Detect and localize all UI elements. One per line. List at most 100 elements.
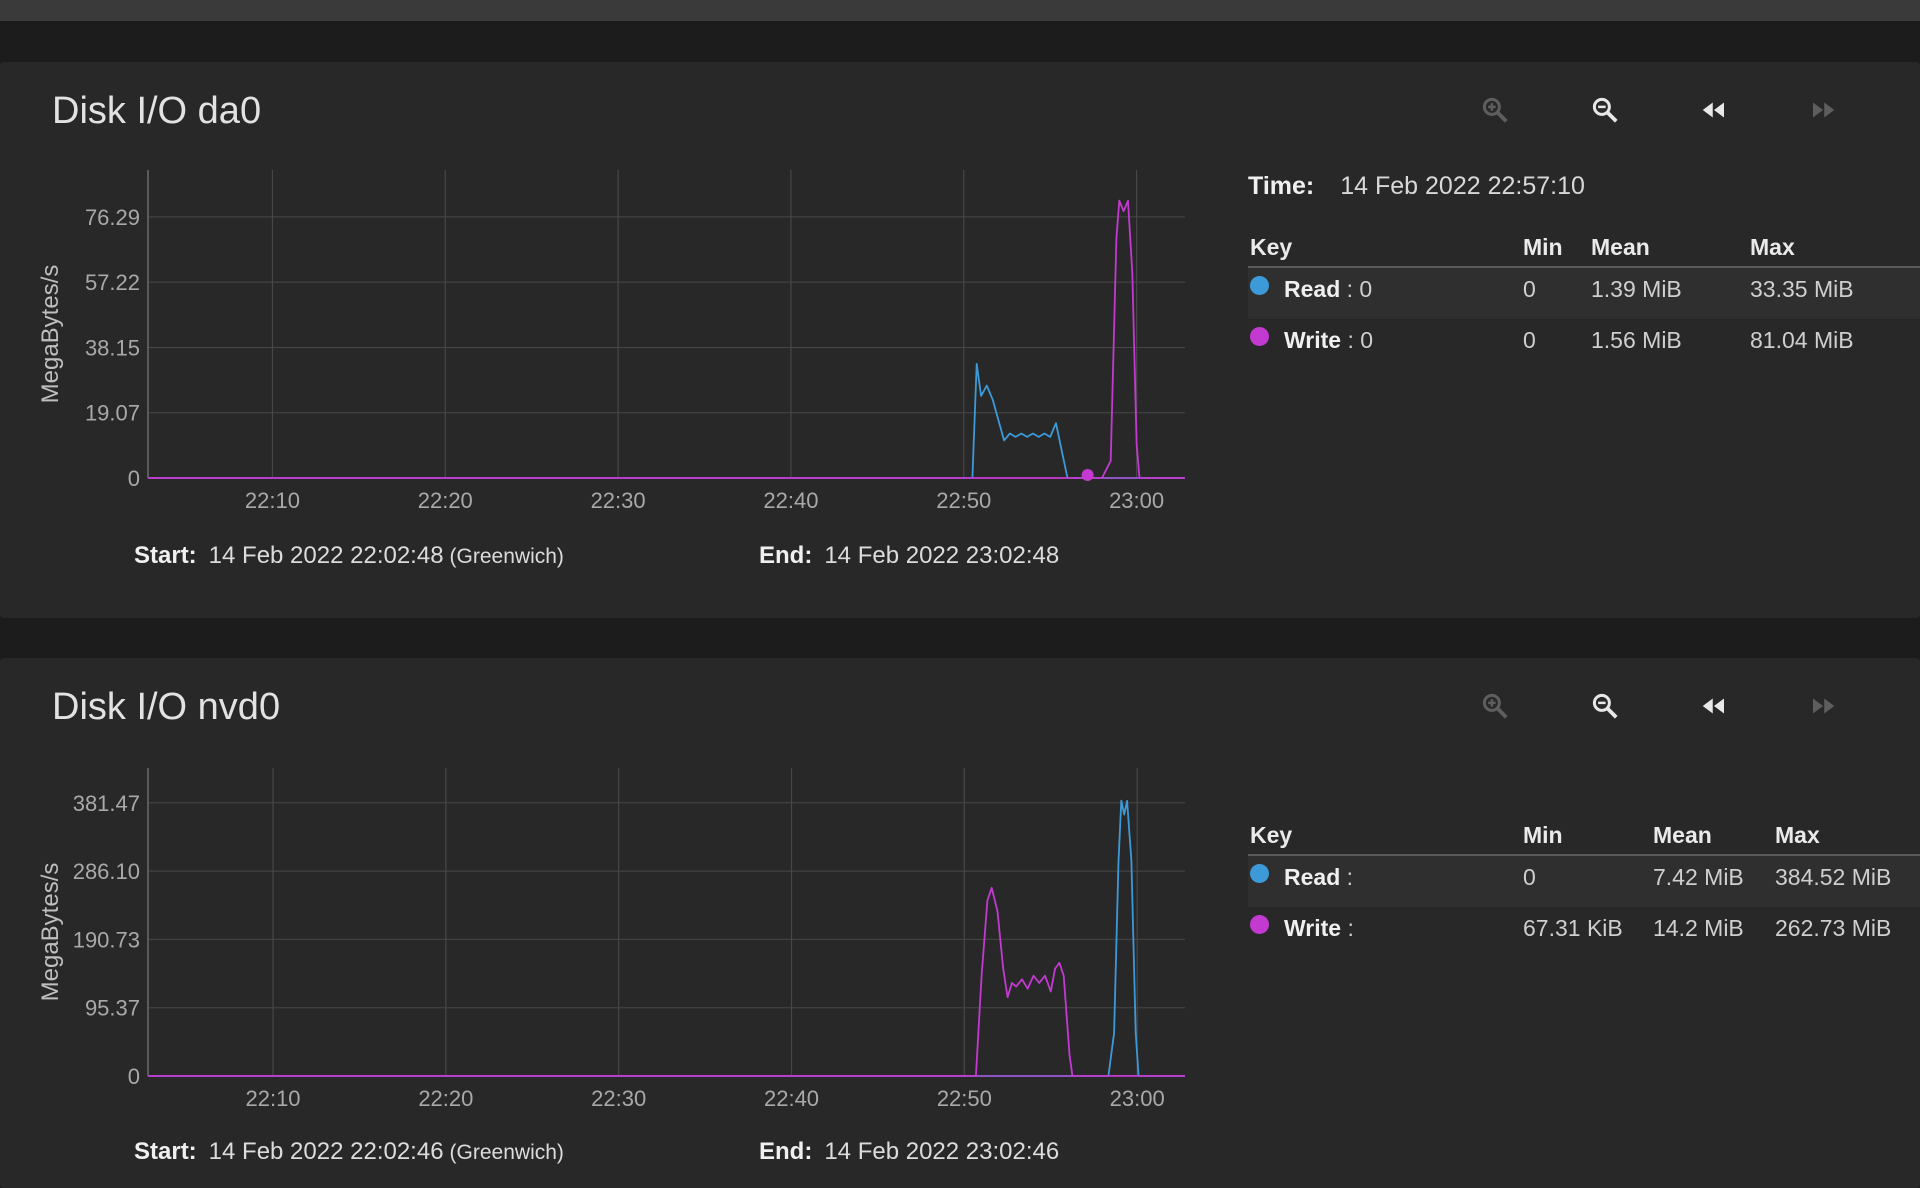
x-tick-label: 22:10	[245, 488, 300, 513]
timezone: (Greenwich)	[449, 1141, 564, 1164]
write-max: 262.73 MiB	[1775, 915, 1892, 941]
zoom-in-icon	[1480, 691, 1510, 726]
series-name: Write : 0	[1284, 327, 1374, 353]
x-tick-label: 23:00	[1109, 488, 1164, 513]
y-tick-label: 190.73	[73, 927, 140, 952]
write-color-dot	[1250, 327, 1269, 346]
start-label: Start:	[134, 1138, 197, 1165]
legend-table: Key Min Mean Max Read : 0 7.42 MiB 384.5…	[1248, 814, 1920, 958]
header-mean: Mean	[1591, 234, 1650, 260]
y-axis-label: MegaBytes/s	[37, 863, 64, 1002]
x-tick-label: 22:20	[418, 488, 473, 513]
range-start: Start: 14 Feb 2022 22:02:48 (Greenwich)	[134, 542, 564, 570]
hover-time: Time: 14 Feb 2022 22:57:10	[1248, 172, 1585, 201]
step-forward-button[interactable]	[1803, 92, 1843, 132]
y-tick-label: 19.07	[85, 401, 140, 426]
start-value: 14 Feb 2022 22:02:48	[208, 542, 444, 569]
legend-table: Key Min Mean Max Read : 0 0 1.39 MiB 33.…	[1248, 226, 1920, 370]
y-tick-label: 286.10	[73, 859, 140, 884]
step-back-button[interactable]	[1694, 92, 1734, 132]
x-tick-label: 22:40	[764, 1086, 819, 1111]
y-tick-label: 95.37	[85, 996, 140, 1021]
x-tick-label: 22:20	[418, 1086, 473, 1111]
zoom-out-button[interactable]	[1585, 92, 1625, 132]
y-tick-label: 0	[128, 1064, 140, 1089]
legend-header: Key Min Mean Max	[1248, 814, 1920, 856]
end-value: 14 Feb 2022 23:02:46	[824, 1138, 1060, 1165]
header-min: Min	[1523, 234, 1563, 260]
time-label: Time:	[1248, 172, 1315, 200]
read-mean: 7.42 MiB	[1653, 864, 1744, 890]
legend-header: Key Min Mean Max	[1248, 226, 1920, 268]
x-tick-label: 22:30	[591, 488, 646, 513]
line-chart[interactable]: 0 95.37 190.73 286.10 381.47 22:10 22:20 22:30 2…	[0, 658, 1220, 1158]
series-name: Write :	[1284, 915, 1354, 941]
series-line-write	[148, 886, 1185, 1077]
zoom-out-icon	[1590, 691, 1620, 726]
x-tick-label: 23:00	[1110, 1086, 1165, 1111]
rewind-icon	[1699, 95, 1729, 130]
end-label: End:	[759, 542, 813, 569]
step-back-button[interactable]	[1694, 688, 1734, 728]
write-color-dot	[1250, 915, 1269, 934]
chart-card-da0: Disk I/O da0 0 19.07 38.15 57.22 76.29 22:10 2…	[0, 62, 1920, 618]
timezone: (Greenwich)	[449, 545, 564, 568]
write-mean: 1.56 MiB	[1591, 327, 1682, 353]
chart-card-nvd0: Disk I/O nvd0 0 95.37 190.73 286.10 381.47 22…	[0, 658, 1920, 1188]
time-value: 14 Feb 2022 22:57:10	[1340, 172, 1585, 200]
read-min: 0	[1523, 276, 1536, 302]
end-label: End:	[759, 1138, 813, 1165]
read-mean: 1.39 MiB	[1591, 276, 1682, 302]
series-line-read	[148, 362, 1185, 479]
range-end: End: 14 Feb 2022 23:02:48	[759, 542, 1059, 570]
x-tick-label: 22:10	[245, 1086, 300, 1111]
legend-row-write[interactable]: Write : 0 0 1.56 MiB 81.04 MiB	[1248, 319, 1920, 370]
rewind-icon	[1699, 691, 1729, 726]
start-value: 14 Feb 2022 22:02:46	[208, 1138, 444, 1165]
series-name: Read : 0	[1284, 276, 1373, 302]
x-tick-label: 22:50	[937, 1086, 992, 1111]
write-min: 67.31 KiB	[1523, 915, 1623, 941]
header-min: Min	[1523, 822, 1563, 848]
legend-row-read[interactable]: Read : 0 0 1.39 MiB 33.35 MiB	[1248, 268, 1920, 319]
x-tick-label: 22:50	[936, 488, 991, 513]
legend-row-write[interactable]: Write : 67.31 KiB 14.2 MiB 262.73 MiB	[1248, 907, 1920, 958]
header-max: Max	[1775, 822, 1820, 848]
series-name: Read :	[1284, 864, 1354, 890]
y-tick-label: 38.15	[85, 335, 140, 360]
y-tick-label: 57.22	[85, 270, 140, 295]
write-min: 0	[1523, 327, 1536, 353]
legend-row-read[interactable]: Read : 0 7.42 MiB 384.52 MiB	[1248, 856, 1920, 907]
start-label: Start:	[134, 542, 197, 569]
read-min: 0	[1523, 864, 1536, 890]
y-tick-label: 381.47	[73, 791, 140, 816]
zoom-in-button[interactable]	[1475, 92, 1515, 132]
read-color-dot	[1250, 864, 1269, 883]
x-tick-label: 22:30	[591, 1086, 646, 1111]
write-mean: 14.2 MiB	[1653, 915, 1744, 941]
y-tick-label: 0	[128, 466, 140, 491]
series-line-read	[148, 799, 1185, 1077]
y-axis-label: MegaBytes/s	[37, 265, 64, 404]
top-bar	[0, 0, 1920, 21]
x-tick-label: 22:40	[763, 488, 818, 513]
range-start: Start: 14 Feb 2022 22:02:46 (Greenwich)	[134, 1138, 564, 1166]
read-color-dot	[1250, 276, 1269, 295]
range-end: End: 14 Feb 2022 23:02:46	[759, 1138, 1059, 1166]
fast-forward-icon	[1808, 95, 1838, 130]
read-max: 384.52 MiB	[1775, 864, 1892, 890]
header-max: Max	[1750, 234, 1795, 260]
y-tick-label: 76.29	[85, 205, 140, 230]
fast-forward-icon	[1808, 691, 1838, 726]
zoom-in-icon	[1480, 95, 1510, 130]
step-forward-button[interactable]	[1803, 688, 1843, 728]
hover-marker	[1081, 469, 1094, 481]
header-key: Key	[1250, 234, 1293, 260]
read-max: 33.35 MiB	[1750, 276, 1854, 302]
line-chart[interactable]: 0 19.07 38.15 57.22 76.29 22:10 22:20 22:30 22:4…	[0, 62, 1220, 562]
zoom-in-button[interactable]	[1475, 688, 1515, 728]
zoom-out-button[interactable]	[1585, 688, 1625, 728]
header-mean: Mean	[1653, 822, 1712, 848]
zoom-out-icon	[1590, 95, 1620, 130]
write-max: 81.04 MiB	[1750, 327, 1854, 353]
